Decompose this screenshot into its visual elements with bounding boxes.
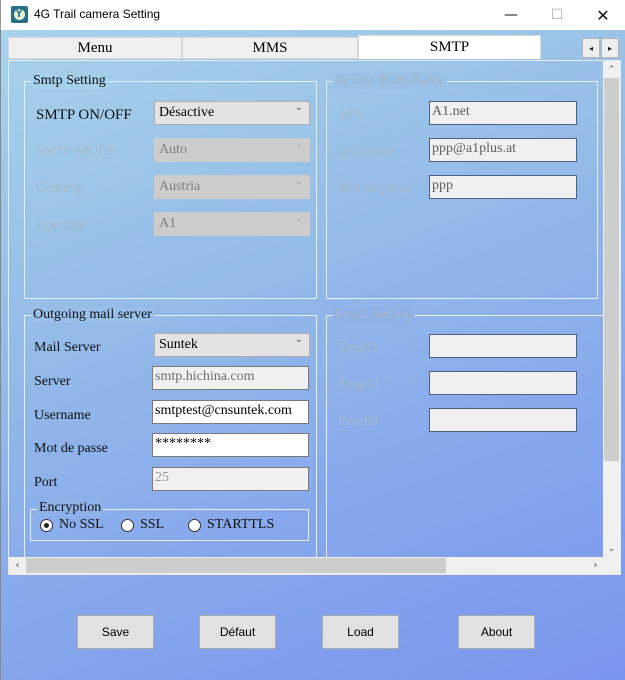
save-button[interactable]: Save xyxy=(77,615,154,649)
radio-starttls-label: STARTTLS xyxy=(207,517,275,532)
title-bar: 4G Trail camera Setting — ☐ ✕ xyxy=(0,0,625,30)
tab-smtp[interactable]: SMTP xyxy=(358,35,541,59)
apn-input[interactable]: A1.net xyxy=(429,101,577,125)
apn-label: APN xyxy=(338,108,367,123)
apn-password-label: Mot de passe xyxy=(338,181,412,196)
smtp-on-off-value: Désactive xyxy=(159,105,215,120)
vertical-scroll-thumb[interactable] xyxy=(604,78,619,461)
smtp-mode-select[interactable]: Auto ⌄ xyxy=(154,138,310,162)
encryption-title: Encryption xyxy=(37,500,104,516)
port-label: Port xyxy=(34,475,58,490)
horizontal-scrollbar[interactable]: ‹ › xyxy=(9,557,620,574)
password-input[interactable]: ******** xyxy=(152,433,309,457)
scroll-left-icon[interactable]: ‹ xyxy=(9,557,26,574)
tab-strip: Menu MMS SMTP ◂ ▸ xyxy=(8,35,624,59)
app-logo-icon xyxy=(11,6,28,23)
radio-unselected-icon xyxy=(188,518,201,532)
password-label: Mot de passe xyxy=(34,441,108,456)
chevron-down-icon: ⌄ xyxy=(294,213,303,224)
maximize-button[interactable]: ☐ xyxy=(534,0,580,30)
chevron-down-icon: ⌄ xyxy=(294,139,303,150)
tab-scroll-left-button[interactable]: ◂ xyxy=(582,38,600,58)
tab-mms[interactable]: MMS xyxy=(182,37,358,59)
username-input[interactable]: smtptest@cnsuntek.com xyxy=(152,400,309,424)
email1-label: Email1 xyxy=(338,341,379,356)
server-input[interactable]: smtp.hichina.com xyxy=(152,366,309,390)
vertical-scrollbar[interactable]: ⌃ ⌄ xyxy=(603,61,620,557)
email3-label: Email3 xyxy=(338,414,379,429)
country-value: Austria xyxy=(159,179,201,194)
radio-ssl-label: SSL xyxy=(140,517,165,532)
chevron-down-icon: ⌄ xyxy=(294,102,303,113)
radio-no-ssl[interactable]: No SSL xyxy=(40,517,104,533)
smtp-mode-value: Auto xyxy=(159,142,187,157)
minimize-button[interactable]: — xyxy=(488,0,534,30)
tab-scroll-right-button[interactable]: ▸ xyxy=(601,38,619,58)
horizontal-scroll-thumb[interactable] xyxy=(26,558,446,573)
email1-input[interactable] xyxy=(429,334,577,358)
scroll-up-icon[interactable]: ⌃ xyxy=(603,61,620,78)
email3-input[interactable] xyxy=(429,408,577,432)
apn-username-label: Username xyxy=(338,144,395,159)
smtp-setting-title: Smtp Setting xyxy=(31,73,108,89)
chevron-down-icon: ⌄ xyxy=(294,176,303,187)
access-point-title: Access Point Name xyxy=(333,73,447,89)
smtp-mode-label: SMTP MODE xyxy=(36,144,117,159)
operator-label: Operator xyxy=(36,218,86,233)
load-button[interactable]: Load xyxy=(322,615,399,649)
outgoing-server-title: Outgoing mail server xyxy=(31,307,154,323)
smtp-panel: Smtp Setting SMTP ON/OFF Désactive ⌄ SMT… xyxy=(8,60,621,575)
apn-password-input[interactable]: ppp xyxy=(429,175,577,199)
port-input[interactable]: 25 xyxy=(152,467,309,491)
default-button[interactable]: Défaut xyxy=(199,615,276,649)
radio-starttls[interactable]: STARTTLS xyxy=(188,517,274,533)
email2-label: Email2 xyxy=(338,377,379,392)
window-title: 4G Trail camera Setting xyxy=(34,7,161,21)
radio-unselected-icon xyxy=(121,518,134,532)
about-button[interactable]: About xyxy=(458,615,535,649)
operator-value: A1 xyxy=(159,216,177,231)
radio-ssl[interactable]: SSL xyxy=(121,517,164,533)
scroll-down-icon[interactable]: ⌄ xyxy=(603,540,620,557)
server-label: Server xyxy=(34,374,71,389)
mail-server-value: Suntek xyxy=(159,337,198,352)
email-setting-title: Email Setting xyxy=(333,307,414,323)
scroll-right-icon[interactable]: › xyxy=(587,557,604,574)
radio-selected-icon xyxy=(40,518,53,532)
username-label: Username xyxy=(34,408,91,423)
smtp-on-off-select[interactable]: Désactive ⌄ xyxy=(154,101,310,125)
mail-server-select[interactable]: Suntek ⌄ xyxy=(154,333,310,357)
apn-username-input[interactable]: ppp@a1plus.at xyxy=(429,138,577,162)
chevron-down-icon: ⌄ xyxy=(294,334,303,345)
tab-menu[interactable]: Menu xyxy=(8,37,182,59)
window-client: Menu MMS SMTP ◂ ▸ Smtp Setting SMTP ON/O… xyxy=(0,30,625,680)
close-button[interactable]: ✕ xyxy=(580,0,625,30)
country-select[interactable]: Austria ⌄ xyxy=(154,175,310,199)
smtp-on-off-label: SMTP ON/OFF xyxy=(36,107,132,123)
mail-server-label: Mail Server xyxy=(34,340,101,355)
country-label: Country xyxy=(36,181,82,196)
radio-no-ssl-label: No SSL xyxy=(59,517,104,532)
operator-select[interactable]: A1 ⌄ xyxy=(154,212,310,236)
email2-input[interactable] xyxy=(429,371,577,395)
